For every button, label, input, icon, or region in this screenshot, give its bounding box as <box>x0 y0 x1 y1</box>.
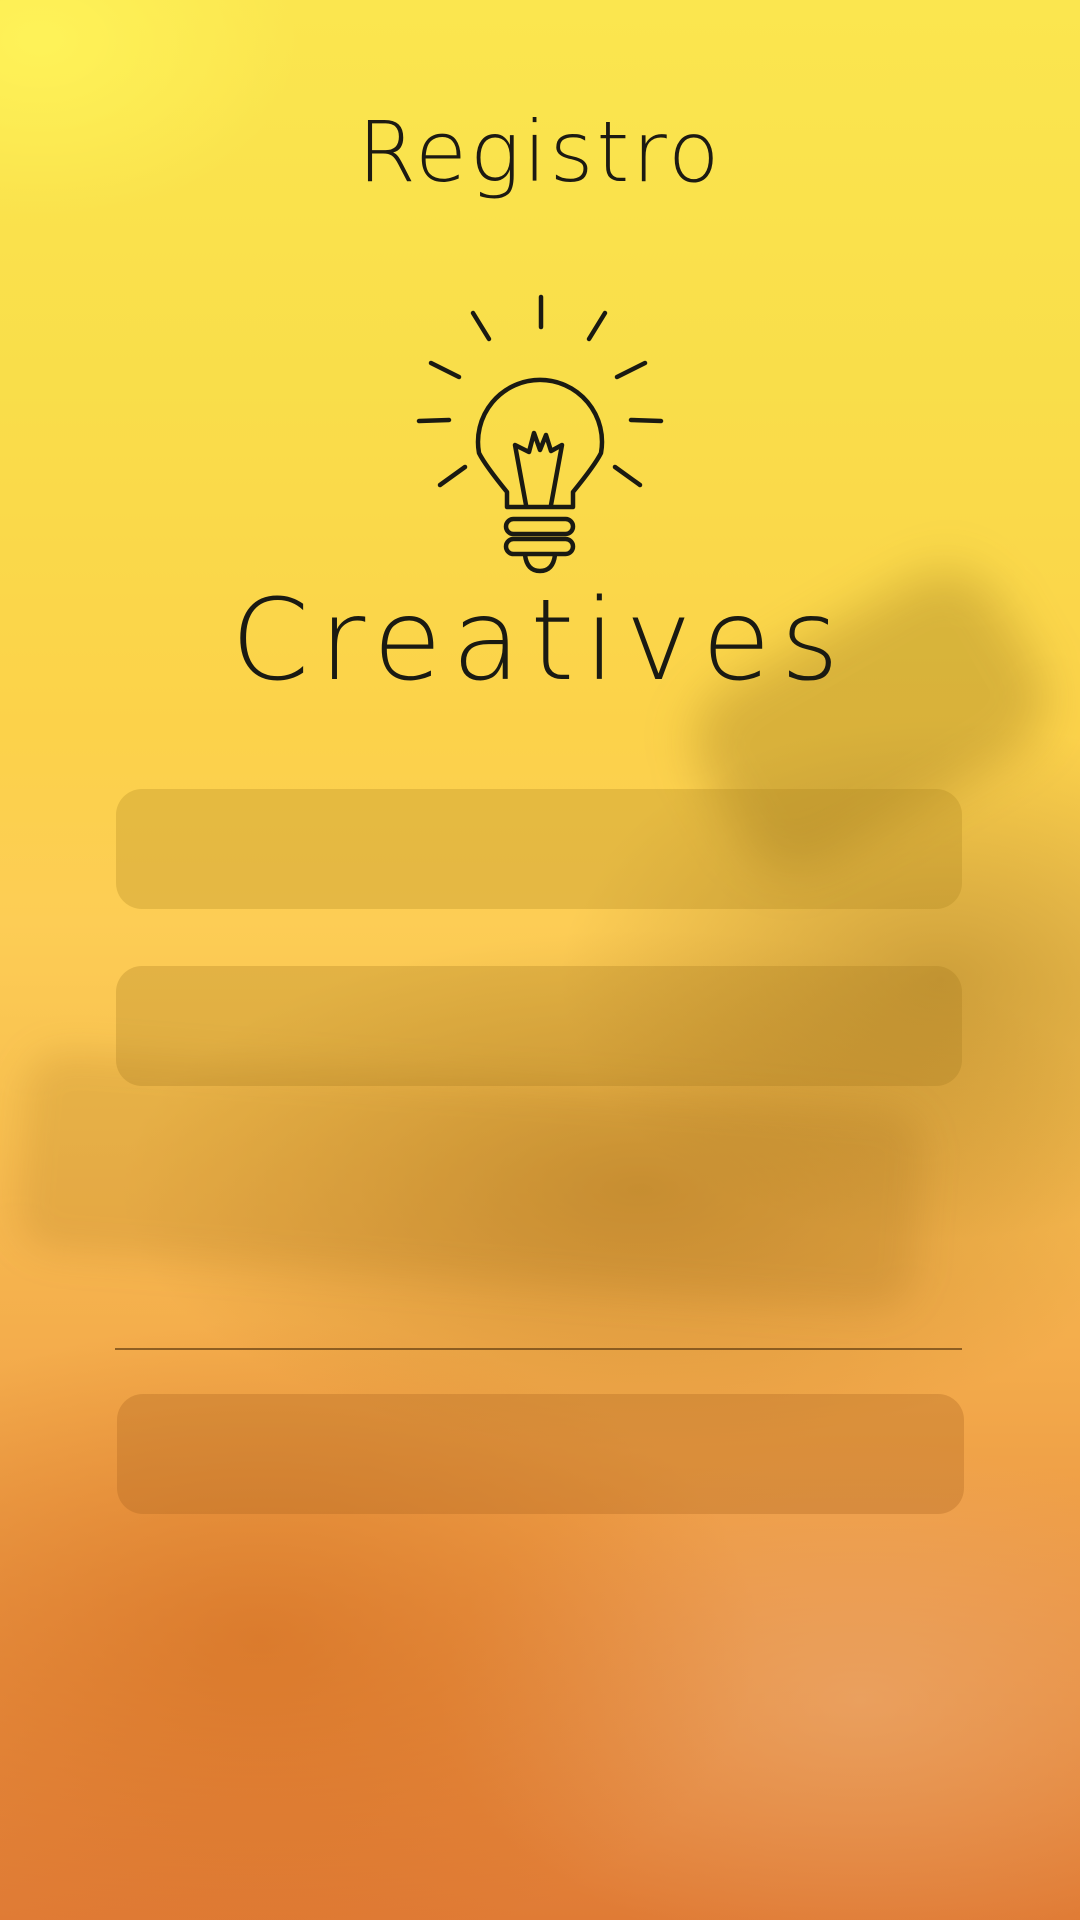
page-title: Registro <box>357 103 723 201</box>
divider <box>115 1348 962 1350</box>
register-button[interactable] <box>117 1394 964 1514</box>
brand-name: Creatives <box>231 576 849 706</box>
lightbulb-icon <box>416 294 664 574</box>
registration-field-1[interactable] <box>116 789 962 909</box>
registration-field-2[interactable] <box>116 966 962 1086</box>
